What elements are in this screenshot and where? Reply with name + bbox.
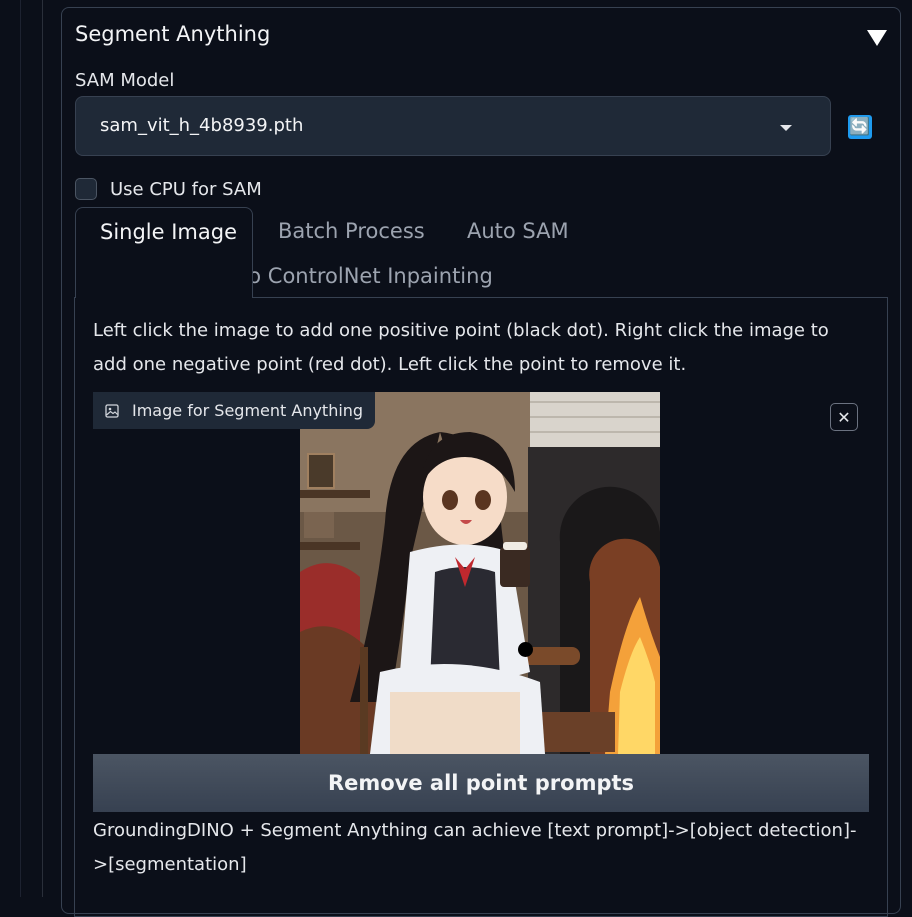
instructions-text: Left click the image to add one positive… <box>93 314 863 382</box>
image-input-area: Image for Segment Anything ✕ <box>93 392 869 754</box>
image-label-text: Image for Segment Anything <box>132 401 363 420</box>
single-image-panel: Left click the image to add one positive… <box>74 297 888 917</box>
remove-points-button[interactable]: Remove all point prompts <box>93 754 869 812</box>
sam-model-label: SAM Model <box>75 70 174 91</box>
positive-point-dot[interactable] <box>518 642 533 657</box>
tab-batch-process[interactable]: Batch Process <box>278 219 425 243</box>
use-cpu-checkbox[interactable] <box>75 178 97 200</box>
segment-anything-accordion: Segment Anything SAM Model sam_vit_h_4b8… <box>61 7 901 914</box>
image-label: Image for Segment Anything <box>93 392 375 429</box>
accordion-title[interactable]: Segment Anything <box>75 22 270 46</box>
sam-model-dropdown[interactable]: sam_vit_h_4b8939.pth <box>75 96 831 156</box>
chevron-down-icon <box>780 125 792 131</box>
tab-auto-sam[interactable]: Auto SAM <box>467 219 569 243</box>
image-icon <box>105 404 119 418</box>
triangle-down-icon[interactable] <box>867 30 887 46</box>
sam-model-value: sam_vit_h_4b8939.pth <box>100 115 303 136</box>
tab-single-image[interactable]: Single Image <box>75 207 253 298</box>
outer-panel-rail <box>0 0 43 897</box>
refresh-icon[interactable]: 🔄 <box>848 115 872 139</box>
segment-image[interactable] <box>300 392 660 754</box>
use-cpu-label[interactable]: Use CPU for SAM <box>110 179 262 200</box>
grounding-dino-text: GroundingDINO + Segment Anything can ach… <box>93 814 869 882</box>
close-icon[interactable]: ✕ <box>830 403 858 431</box>
